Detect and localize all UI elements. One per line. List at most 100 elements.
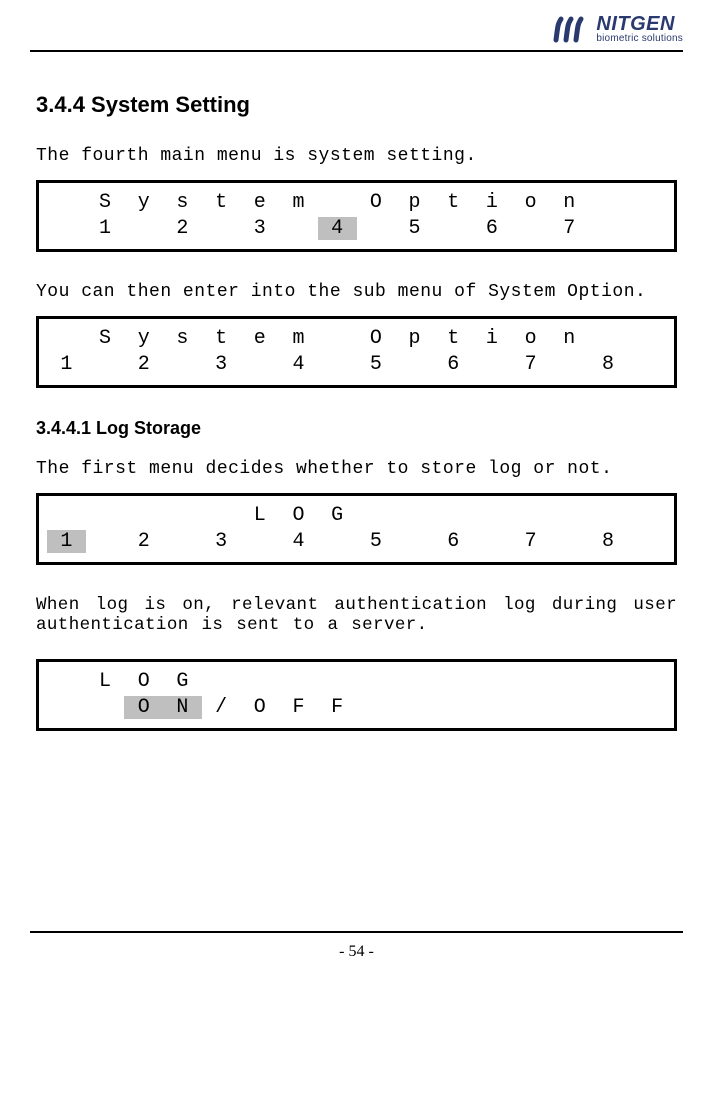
lcd-cell <box>589 504 628 527</box>
lcd-cell <box>279 217 318 240</box>
lcd-cell: O <box>279 504 318 527</box>
lcd-cell <box>473 504 512 527</box>
lcd-cell <box>124 217 163 240</box>
lcd-cell: t <box>202 191 241 214</box>
lcd-cell <box>163 353 202 376</box>
lcd-cell <box>473 696 512 719</box>
paragraph-log-intro: The first menu decides whether to store … <box>36 459 677 479</box>
paragraph-log-desc: When log is on, relevant authentication … <box>36 595 677 635</box>
lcd-cell: F <box>318 696 357 719</box>
lcd-cell <box>589 327 628 350</box>
lcd-cell: e <box>240 327 279 350</box>
lcd-cell <box>627 327 666 350</box>
lcd-cell <box>473 670 512 693</box>
brand-mark-icon <box>552 14 590 44</box>
lcd-cell: 8 <box>589 353 628 376</box>
lcd-cell <box>47 670 86 693</box>
lcd-cell <box>395 696 434 719</box>
lcd-cell <box>163 530 202 553</box>
lcd-cell <box>240 353 279 376</box>
lcd-cell <box>318 670 357 693</box>
lcd-cell <box>627 353 666 376</box>
lcd-cell <box>627 217 666 240</box>
page-number: - 54 - <box>339 943 374 960</box>
section-heading: 3.4.4 System Setting <box>36 92 677 118</box>
lcd-cell <box>357 217 396 240</box>
lcd-cell: i <box>473 327 512 350</box>
lcd-cell <box>47 191 86 214</box>
lcd-cell <box>202 504 241 527</box>
lcd-cell <box>550 670 589 693</box>
lcd-cell: 4 <box>279 530 318 553</box>
lcd-cell: t <box>434 191 473 214</box>
lcd-cell: o <box>511 191 550 214</box>
lcd-cell <box>589 670 628 693</box>
lcd-cell <box>511 504 550 527</box>
lcd-cell: 6 <box>434 530 473 553</box>
lcd-cell: O <box>357 191 396 214</box>
lcd-cell: O <box>124 670 163 693</box>
lcd-cell: 5 <box>395 217 434 240</box>
lcd-display-2: System Option 1 2 3 4 5 6 7 8 <box>36 316 677 388</box>
lcd-cell: 3 <box>202 353 241 376</box>
lcd-cell <box>511 670 550 693</box>
paragraph-intro: The fourth main menu is system setting. <box>36 146 677 166</box>
lcd-cell <box>473 353 512 376</box>
lcd-display-4: LOG ON/OFF <box>36 659 677 731</box>
lcd-cell <box>589 191 628 214</box>
lcd-cell <box>86 696 125 719</box>
lcd-cell <box>589 696 628 719</box>
lcd-cell: s <box>163 327 202 350</box>
lcd-cell: n <box>550 191 589 214</box>
lcd-cell <box>86 530 125 553</box>
lcd-cell: 6 <box>473 217 512 240</box>
lcd-cell <box>395 353 434 376</box>
lcd-cell: 7 <box>511 353 550 376</box>
lcd-cell <box>434 217 473 240</box>
lcd-cell <box>240 530 279 553</box>
lcd-cell <box>434 696 473 719</box>
lcd-cell <box>240 670 279 693</box>
lcd-cell: s <box>163 191 202 214</box>
lcd-cell: 7 <box>550 217 589 240</box>
lcd-cell: F <box>279 696 318 719</box>
lcd-cell: i <box>473 191 512 214</box>
brand-logo: NITGEN biometric solutions <box>552 14 683 44</box>
lcd-cell <box>357 670 396 693</box>
lcd-cell: O <box>240 696 279 719</box>
lcd-cell: m <box>279 191 318 214</box>
lcd-cell: 4 <box>318 217 357 240</box>
lcd-cell <box>86 353 125 376</box>
lcd-cell: L <box>240 504 279 527</box>
lcd-cell <box>318 191 357 214</box>
lcd-cell: 2 <box>163 217 202 240</box>
lcd-cell <box>395 504 434 527</box>
lcd-cell <box>589 217 628 240</box>
lcd-cell <box>357 504 396 527</box>
lcd-cell: N <box>163 696 202 719</box>
lcd-cell: o <box>511 327 550 350</box>
lcd-cell: 2 <box>124 530 163 553</box>
lcd-cell: O <box>124 696 163 719</box>
lcd-cell <box>550 504 589 527</box>
lcd-cell <box>202 670 241 693</box>
lcd-cell: m <box>279 327 318 350</box>
lcd-cell <box>395 670 434 693</box>
lcd-cell <box>434 504 473 527</box>
lcd-cell: t <box>202 327 241 350</box>
lcd-cell: 3 <box>202 530 241 553</box>
lcd-cell: S <box>86 327 125 350</box>
lcd-cell <box>550 696 589 719</box>
lcd-cell <box>86 504 125 527</box>
lcd-cell: 1 <box>86 217 125 240</box>
lcd-cell <box>47 696 86 719</box>
lcd-cell <box>627 504 666 527</box>
lcd-cell: 1 <box>47 353 86 376</box>
lcd-cell: t <box>434 327 473 350</box>
paragraph-submenu: You can then enter into the sub menu of … <box>36 282 677 302</box>
lcd-cell: 7 <box>511 530 550 553</box>
lcd-cell <box>318 327 357 350</box>
lcd-cell <box>47 217 86 240</box>
lcd-cell <box>47 327 86 350</box>
lcd-cell <box>627 191 666 214</box>
